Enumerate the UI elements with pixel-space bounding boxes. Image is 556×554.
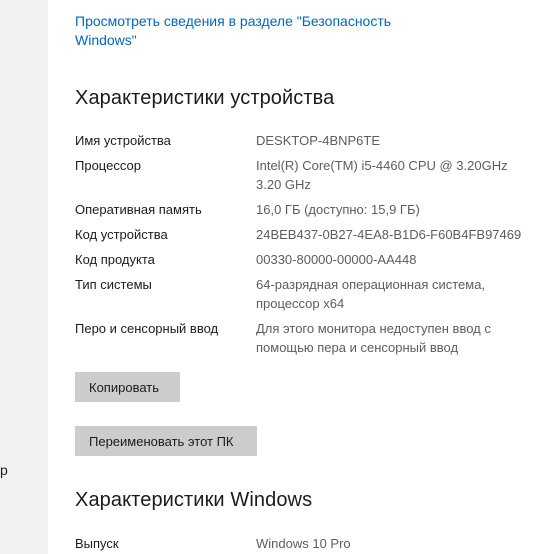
spec-label: Тип системы (75, 277, 152, 292)
spec-value: 64-разрядная операционная система, проце… (256, 277, 486, 311)
spec-label: Выпуск (75, 536, 119, 551)
spec-value: Intel(R) Core(TM) i5-4460 CPU @ 3.20GHz … (256, 158, 508, 192)
spec-value: DESKTOP-4BNP6TE (256, 133, 381, 148)
spec-value: 24BEB437-0B27-4EA8-B1D6-F60B4FB97469 (256, 227, 522, 242)
spec-label: Оперативная память (75, 202, 202, 217)
spec-value: Windows 10 Pro (256, 536, 351, 551)
rename-pc-button[interactable]: Переименовать этот ПК (75, 426, 257, 456)
spec-label: Код устройства (75, 227, 168, 242)
settings-sidebar: р (0, 0, 48, 554)
spec-label: Процессор (75, 158, 141, 173)
spec-value: 00330-80000-00000-AA448 (256, 252, 417, 267)
windows-security-link[interactable]: Просмотреть сведения в разделе "Безопасн… (75, 12, 435, 50)
sidebar-item-label[interactable]: р (0, 462, 8, 478)
spec-label: Имя устройства (75, 133, 171, 148)
device-specs-title: Характеристики устройства (75, 87, 335, 109)
copy-button[interactable]: Копировать (75, 372, 180, 402)
spec-value: 16,0 ГБ (доступно: 15,9 ГБ) (256, 202, 420, 217)
spec-label: Перо и сенсорный ввод (75, 321, 219, 336)
spec-label: Код продукта (75, 252, 155, 267)
windows-specs-title: Характеристики Windows (75, 489, 313, 511)
spec-value: Для этого монитора недоступен ввод с пом… (256, 321, 491, 355)
